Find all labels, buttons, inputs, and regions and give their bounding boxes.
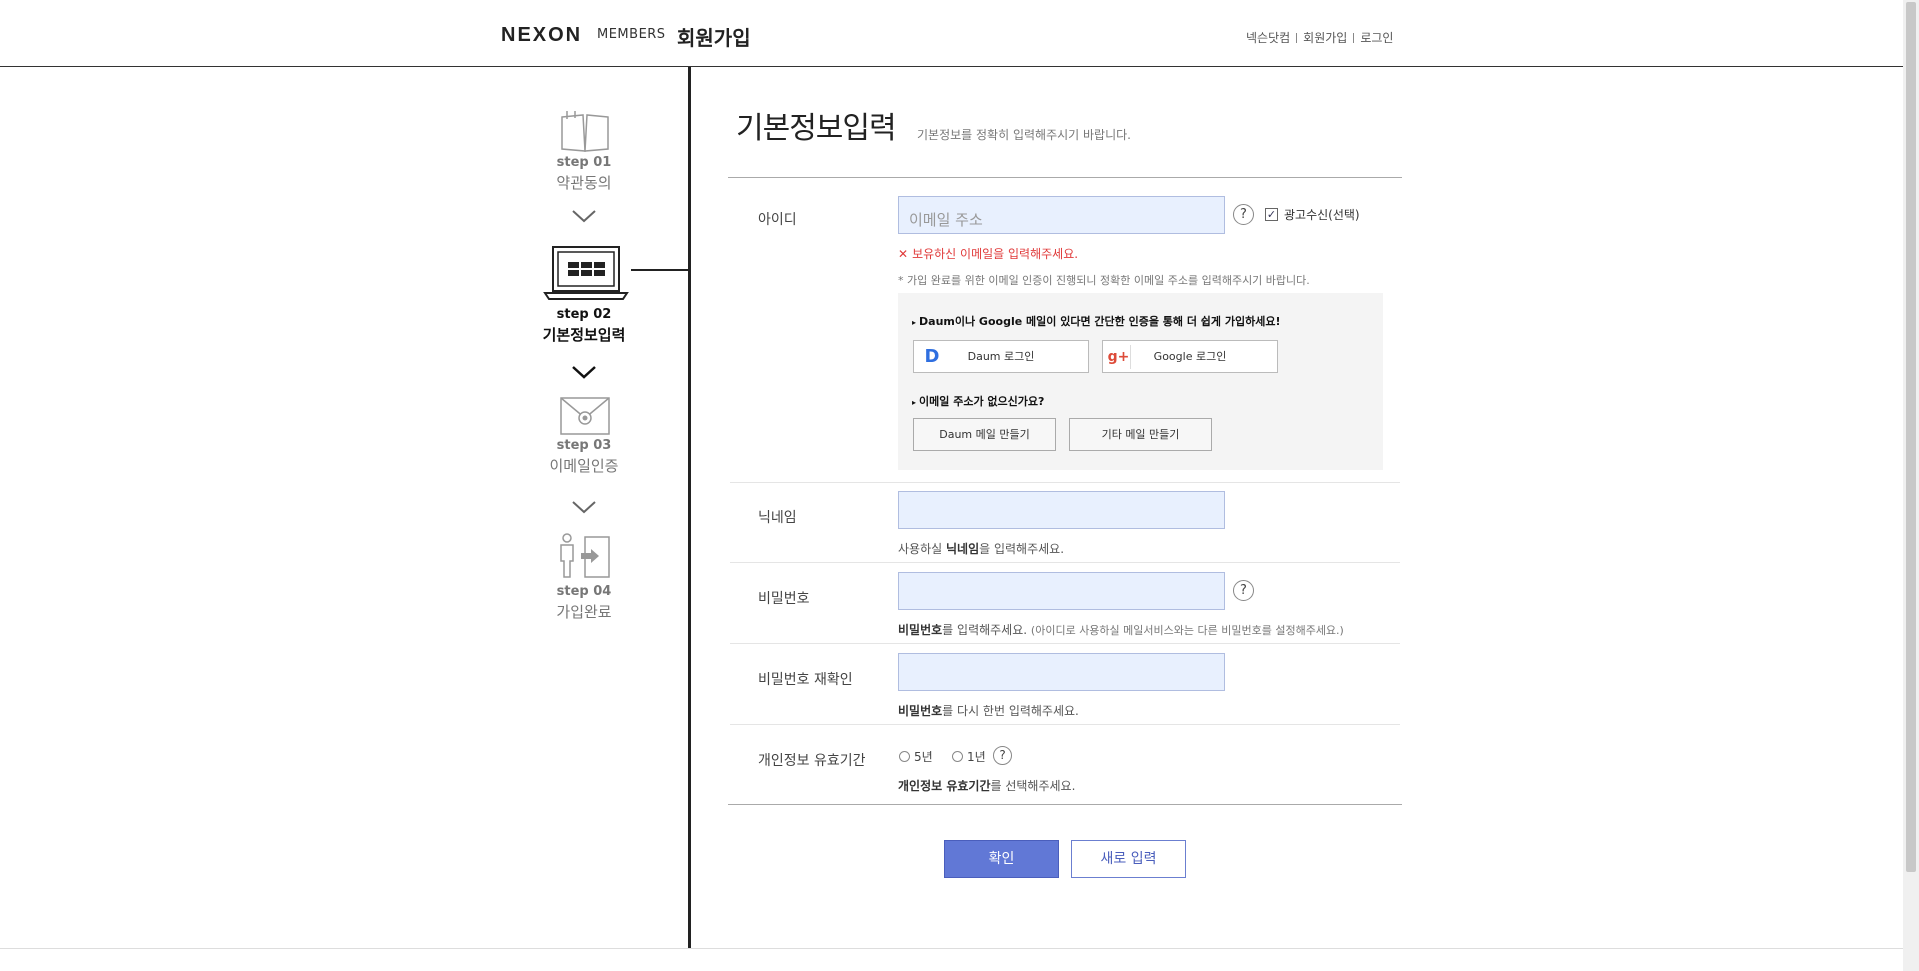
id-label: 아이디	[758, 212, 797, 228]
hint-text: 을 입력해주세요.	[979, 542, 1065, 556]
util-link-login[interactable]: 로그인	[1360, 29, 1393, 46]
vertical-scrollbar[interactable]	[1903, 0, 1919, 971]
hint-text: 를 다시 한번 입력해주세요.	[942, 704, 1079, 718]
social-login-title: Daum이나 Google 메일이 있다면 간단한 인증을 통해 더 쉽게 가입…	[912, 313, 1280, 329]
privacy-help-icon[interactable]: ?	[993, 746, 1012, 765]
no-email-title: 이메일 주소가 없으신가요?	[912, 393, 1044, 409]
scrollbar-thumb[interactable]	[1906, 2, 1916, 872]
step-label: 기본정보입력	[542, 326, 626, 344]
confirm-button[interactable]: 확인	[944, 840, 1059, 878]
email-input[interactable]: 이메일 주소	[898, 196, 1225, 234]
password-confirm-label: 비밀번호 재확인	[758, 672, 853, 688]
footer-bar	[0, 948, 1903, 971]
step-03: step 03 이메일인증	[524, 438, 644, 476]
step-02: step 02 기본정보입력	[524, 307, 644, 345]
id-help-icon[interactable]: ?	[1233, 204, 1254, 225]
chevron-down-icon	[571, 360, 597, 384]
email-verification-note: * 가입 완료를 위한 이메일 인증이 진행되니 정확한 이메일 주소를 입력해…	[898, 274, 1310, 287]
reset-button[interactable]: 새로 입력	[1071, 840, 1186, 878]
step-number: step 01	[556, 155, 612, 170]
header: NEXON MEMBERS 회원가입 넥슨닷컴 회원가입 로그인	[0, 0, 1903, 67]
hint-small: (아이디로 사용하실 메일서비스와는 다른 비밀번호를 설정해주세요.)	[1030, 624, 1344, 637]
divider	[730, 724, 1400, 725]
page: NEXON MEMBERS 회원가입 넥슨닷컴 회원가입 로그인 step 01…	[0, 0, 1919, 971]
privacy-1-year-radio[interactable]	[952, 751, 963, 762]
book-icon	[561, 111, 609, 152]
privacy-hint: 개인정보 유효기간를 선택해주세요.	[898, 777, 1075, 794]
util-link-nexon-com[interactable]: 넥슨닷컴	[1246, 29, 1290, 46]
nickname-hint: 사용하실 닉네임을 입력해주세요.	[898, 540, 1064, 557]
hint-bold: 닉네임	[945, 542, 980, 556]
divider	[730, 482, 1400, 483]
daum-mail-create-button[interactable]: Daum 메일 만들기	[913, 418, 1056, 451]
person-door-icon	[560, 533, 610, 578]
nexon-logo[interactable]: NEXON	[501, 24, 582, 47]
google-login-button[interactable]: g+ Google 로그인	[1102, 340, 1278, 373]
hint-text: 를 선택해주세요.	[990, 779, 1076, 793]
password-label: 비밀번호	[758, 591, 810, 607]
ad-consent-checkbox[interactable]: ✓	[1265, 208, 1278, 221]
privacy-5-year-label: 5년	[914, 750, 933, 764]
email-error-text: 보유하신 이메일을 입력해주세요.	[912, 247, 1079, 261]
google-plus-icon: g+	[1107, 345, 1131, 369]
ad-consent-label: 광고수신(선택)	[1284, 208, 1360, 222]
step-label: 가입완료	[556, 603, 612, 621]
daum-logo-icon: D	[924, 346, 940, 367]
page-subtitle: 기본정보를 정확히 입력해주시기 바랍니다.	[917, 128, 1131, 142]
google-login-label: Google 로그인	[1153, 350, 1227, 363]
hint-text: 사용하실	[898, 542, 946, 556]
nickname-label: 닉네임	[758, 510, 797, 526]
password-confirm-hint: 비밀번호를 다시 한번 입력해주세요.	[898, 702, 1079, 719]
active-step-connector	[631, 269, 689, 271]
page-header-title: 회원가입	[677, 26, 751, 50]
envelope-icon	[560, 397, 610, 435]
daum-login-button[interactable]: D Daum 로그인	[913, 340, 1089, 373]
util-links: 넥슨닷컴 회원가입 로그인	[1246, 29, 1393, 46]
hint-bold: 비밀번호	[898, 623, 943, 637]
page-title: 기본정보입력	[736, 111, 897, 146]
members-logo-text: MEMBERS	[597, 27, 666, 42]
error-x-icon: ✕	[898, 247, 909, 261]
step-01: step 01 약관동의	[524, 155, 644, 193]
divider	[730, 562, 1400, 563]
divider	[728, 804, 1402, 805]
password-input[interactable]	[898, 572, 1225, 610]
hint-bold: 개인정보 유효기간	[898, 779, 991, 793]
step-divider-line	[688, 67, 691, 948]
step-label: 이메일인증	[549, 457, 619, 475]
social-signup-box: Daum이나 Google 메일이 있다면 간단한 인증을 통해 더 쉽게 가입…	[898, 293, 1383, 470]
divider	[1353, 32, 1355, 43]
chevron-down-icon	[571, 204, 597, 228]
step-04: step 04 가입완료	[524, 584, 644, 622]
divider	[1296, 32, 1298, 43]
hint-bold: 비밀번호	[898, 704, 943, 718]
nickname-input[interactable]	[898, 491, 1225, 529]
laptop-icon	[543, 246, 629, 300]
hint-text: 를 입력해주세요.	[942, 623, 1028, 637]
privacy-5-year-radio[interactable]	[899, 751, 910, 762]
other-mail-create-button[interactable]: 기타 메일 만들기	[1069, 418, 1212, 451]
step-label: 약관동의	[556, 174, 612, 192]
password-confirm-input[interactable]	[898, 653, 1225, 691]
divider	[728, 177, 1402, 178]
divider	[730, 643, 1400, 644]
step-number: step 02	[556, 307, 612, 322]
daum-login-label: Daum 로그인	[967, 350, 1035, 363]
privacy-1-year-label: 1년	[967, 750, 986, 764]
step-number: step 03	[556, 438, 612, 453]
email-error-message: ✕ 보유하신 이메일을 입력해주세요.	[898, 245, 1078, 262]
password-hint: 비밀번호를 입력해주세요. (아이디로 사용하실 메일서비스와는 다른 비밀번호…	[898, 621, 1344, 638]
privacy-period-label: 개인정보 유효기간	[758, 753, 866, 769]
util-link-signup[interactable]: 회원가입	[1303, 29, 1347, 46]
step-number: step 04	[556, 584, 612, 599]
chevron-down-icon	[571, 495, 597, 519]
password-help-icon[interactable]: ?	[1233, 580, 1254, 601]
